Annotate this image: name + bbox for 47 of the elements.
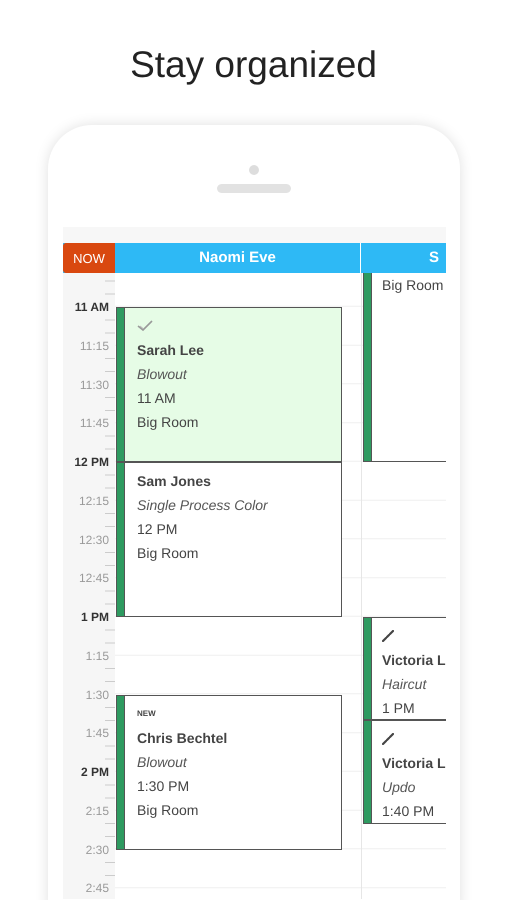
camera-icon	[249, 165, 259, 175]
appointment-time: 1:30 PM	[137, 776, 190, 796]
client-name: Chris Bechtel	[137, 728, 228, 748]
room-name: Big Room	[137, 544, 200, 563]
room-name: Big Room	[137, 413, 200, 432]
appointment-time: 11 AM	[137, 389, 177, 408]
client-name: Sam Jones	[137, 472, 212, 491]
time-label: 11:15	[80, 338, 109, 354]
service-name: Blowout	[137, 365, 188, 384]
now-button[interactable]: NOW	[63, 243, 115, 273]
new-label: NEW	[137, 709, 156, 718]
room-name: Big Room	[382, 276, 444, 295]
client-name: Victoria L	[382, 651, 446, 670]
appointment-time: 1:40 PM	[382, 802, 436, 822]
time-label: 11 AM	[74, 299, 109, 315]
time-label: 2:15	[86, 802, 109, 819]
client-name: Victoria L	[382, 754, 446, 774]
appointment-card[interactable]: Victoria L Updo 1:40 PM	[363, 720, 446, 824]
appointment-card[interactable]: Big Room	[363, 273, 446, 462]
time-label: 1:30	[86, 686, 109, 702]
time-label: 1:45	[86, 725, 109, 742]
time-label: 12:30	[78, 532, 109, 548]
client-name: Sarah Lee	[137, 341, 204, 360]
time-label: 1 PM	[80, 609, 109, 625]
service-name: Haircut	[382, 675, 428, 694]
appointment-time: 1 PM	[382, 699, 416, 718]
time-label: 12:45	[78, 570, 109, 586]
time-label: 12 PM	[74, 454, 109, 470]
appointment-time: 12 PM	[137, 520, 178, 539]
service-name: Blowout	[137, 752, 188, 772]
time-label: 2:30	[86, 842, 109, 858]
check-icon	[137, 320, 153, 332]
time-label: 2:45	[86, 880, 109, 896]
appointment-card[interactable]: Sarah Lee Blowout 11 AM Big Room	[116, 307, 342, 462]
room-name: Big Room	[137, 800, 200, 820]
time-label: 11:30	[80, 376, 109, 392]
time-label: 2 PM	[80, 764, 109, 780]
time-label: 1:15	[86, 648, 109, 664]
time-label: 11:45	[80, 415, 109, 432]
service-name: Single Process Color	[137, 496, 268, 515]
service-name: Updo	[382, 778, 416, 798]
speaker-icon	[217, 184, 291, 193]
appointment-card[interactable]: Sam Jones Single Process Color 12 PM Big Room	[116, 462, 342, 617]
appointment-card[interactable]: Victoria L Haircut 1 PM	[363, 617, 446, 720]
time-label: 12:15	[78, 492, 109, 509]
headline: Stay organized	[130, 44, 377, 86]
appointment-card[interactable]: NEW Chris Bechtel Blowout 1:30 PM Big Room	[116, 694, 342, 850]
